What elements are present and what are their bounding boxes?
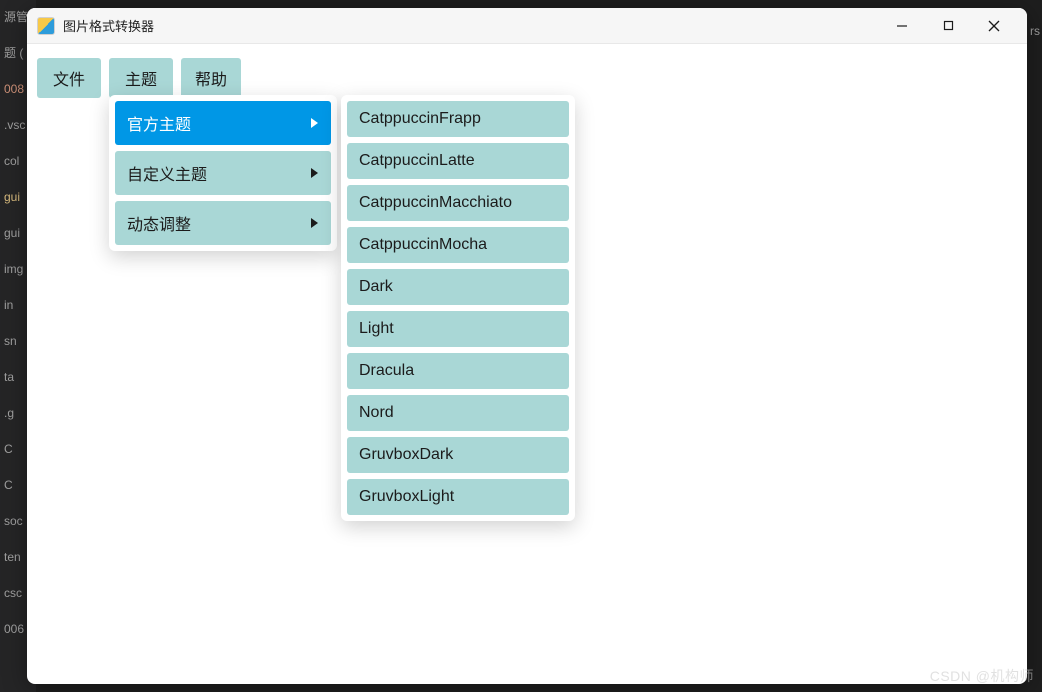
- background-sidebar-item: .g: [2, 400, 14, 426]
- window-controls: [879, 8, 1017, 44]
- background-sidebar-item: sn: [2, 328, 17, 354]
- theme-menu-item[interactable]: 自定义主题: [115, 151, 331, 195]
- maximize-button[interactable]: [925, 8, 971, 44]
- chevron-right-icon: [309, 167, 319, 179]
- theme-option[interactable]: Dark: [347, 269, 569, 305]
- theme-menu-item[interactable]: 官方主题: [115, 101, 331, 145]
- theme-option[interactable]: GruvboxDark: [347, 437, 569, 473]
- theme-option[interactable]: CatppuccinFrapp: [347, 101, 569, 137]
- theme-option[interactable]: CatppuccinLatte: [347, 143, 569, 179]
- theme-option[interactable]: Dracula: [347, 353, 569, 389]
- theme-option[interactable]: CatppuccinMacchiato: [347, 185, 569, 221]
- menu-file[interactable]: 文件: [37, 58, 101, 98]
- background-sidebar-item: 006: [2, 616, 24, 642]
- background-sidebar-item: soc: [2, 508, 23, 534]
- background-sidebar-item: gui: [2, 184, 20, 210]
- app-window: 图片格式转换器 文件 主题 帮助 官方主题自定义主题动态调整 Catppucci…: [27, 8, 1027, 684]
- app-icon: [37, 17, 55, 35]
- background-sidebar-item: C: [2, 472, 13, 498]
- close-icon: [988, 20, 1000, 32]
- background-sidebar-item: gui: [2, 220, 20, 246]
- titlebar: 图片格式转换器: [27, 8, 1027, 44]
- theme-menu-item[interactable]: 动态调整: [115, 201, 331, 245]
- background-sidebar-item: ten: [2, 544, 21, 570]
- background-sidebar-item: csc: [2, 580, 22, 606]
- minimize-button[interactable]: [879, 8, 925, 44]
- theme-menu-item-label: 动态调整: [127, 211, 191, 235]
- menu-theme[interactable]: 主题: [109, 58, 173, 98]
- theme-menu-item-label: 自定义主题: [127, 161, 207, 185]
- close-button[interactable]: [971, 8, 1017, 44]
- window-title: 图片格式转换器: [63, 16, 879, 35]
- official-themes-submenu: CatppuccinFrapp CatppuccinLatte Catppuccin…: [341, 95, 575, 521]
- theme-option[interactable]: Light: [347, 311, 569, 347]
- background-sidebar-item: C: [2, 436, 13, 462]
- background-right-text: rs: [1030, 24, 1040, 38]
- background-sidebar-item: ta: [2, 364, 14, 390]
- theme-option[interactable]: CatppuccinMocha: [347, 227, 569, 263]
- theme-option[interactable]: GruvboxLight: [347, 479, 569, 515]
- background-sidebar-item: .vsc: [2, 112, 25, 138]
- theme-option[interactable]: Nord: [347, 395, 569, 431]
- minimize-icon: [896, 20, 908, 32]
- maximize-icon: [943, 20, 954, 31]
- background-sidebar-item: img: [2, 256, 23, 282]
- menu-help[interactable]: 帮助: [181, 58, 241, 98]
- theme-dropdown: 官方主题自定义主题动态调整: [109, 95, 337, 251]
- chevron-right-icon: [309, 217, 319, 229]
- theme-menu-item-label: 官方主题: [127, 111, 191, 135]
- background-sidebar-item: col: [2, 148, 19, 174]
- chevron-right-icon: [309, 117, 319, 129]
- background-sidebar-item: in: [2, 292, 13, 318]
- background-sidebar-item: 题 (: [2, 40, 23, 66]
- background-sidebar-item: 008: [2, 76, 24, 102]
